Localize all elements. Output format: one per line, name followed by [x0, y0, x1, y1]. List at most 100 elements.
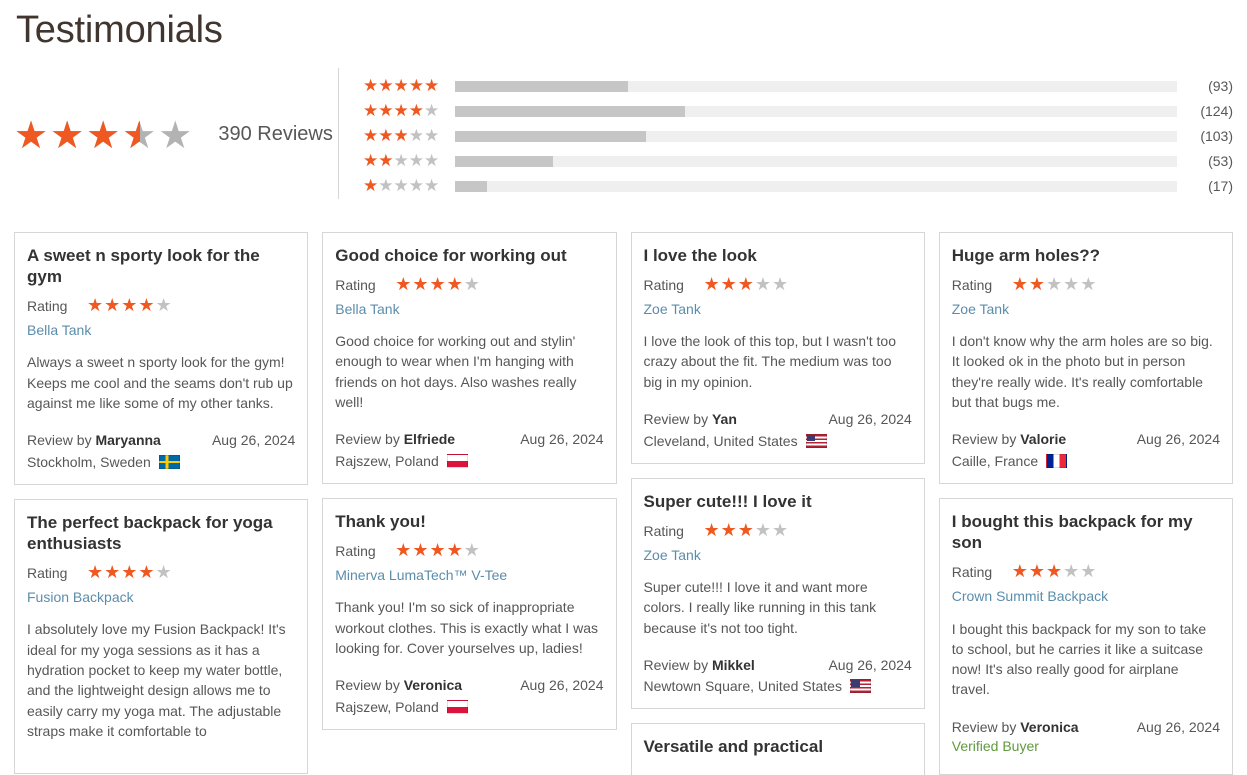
review-location-label: Stockholm, Sweden [27, 453, 151, 470]
review-body: Always a sweet n sporty look for the gym… [27, 354, 293, 411]
product-link[interactable]: Zoe Tank [644, 300, 912, 318]
review-card: I bought this backpack for my son Rating ★… [938, 497, 1233, 775]
review-date: Aug 26, 2024 [520, 431, 604, 448]
review-date: Aug 26, 2024 [1136, 718, 1220, 735]
review-rating: Rating ★★★★★ [335, 273, 603, 295]
france-flag-icon [1046, 453, 1068, 468]
histogram-row-3-star[interactable]: ★★★★★ (103) [363, 124, 1233, 149]
histogram-count-label: (53) [1208, 153, 1233, 170]
review-meta: Review by Maryanna Aug 26, 2024 [27, 431, 295, 451]
average-rating-stars: ★★★★★ ★★★★★ [14, 116, 194, 154]
product-link[interactable]: Bella Tank [27, 321, 295, 339]
review-author: Review by Maryanna [27, 432, 161, 449]
review-card: A sweet n sporty look for the gym Rating ★… [14, 231, 309, 485]
review-author: Review by Elfriede [335, 431, 456, 448]
review-title: Versatile and practical [643, 737, 824, 757]
review-location-label: Rajszew, Poland [335, 452, 439, 469]
product-link[interactable]: Crown Summit Backpack [952, 587, 1220, 605]
review-rating: Rating ★★★★★ [335, 542, 603, 560]
rating-label: Rating [27, 298, 68, 315]
review-rating: Rating ★★★★★ [27, 297, 295, 315]
review-meta: Review by Valorie Aug 26, 2024 [952, 430, 1220, 450]
review-title: Super cute!!! I love it [643, 491, 812, 511]
average-stars-filled: ★★★★★ [14, 115, 140, 154]
review-rating: Rating ★★★★★ [952, 563, 1220, 581]
united-states-flag-icon [805, 433, 827, 448]
histogram-bar-fill [455, 80, 629, 92]
review-body: Super cute!!! I love it and want more co… [643, 578, 877, 636]
review-meta: Review by Yan Aug 26, 2024 [644, 410, 912, 430]
review-body: I love the look of this top, but I wasn'… [643, 333, 897, 390]
rating-label: Rating [643, 276, 684, 293]
testimonials-page: Testimonials ★★★★★ ★★★★★ 390 Reviews ★★★… [0, 0, 1247, 775]
reviews-grid: A sweet n sporty look for the gym Rating ★… [0, 231, 1247, 775]
review-stars-icon: ★★★★★ [87, 562, 173, 584]
review-card: Thank you! Rating ★★★★★ Minerva LumaTech™ V… [322, 497, 617, 730]
histogram-row-1-star[interactable]: ★★★★★ (17) [363, 174, 1233, 199]
review-meta: Review by Veronica Verified Buyer Aug 26,… [952, 718, 1220, 757]
sweden-flag-icon [158, 454, 180, 469]
reviews-column-2: Good choice for working out Rating ★★★★★ Be… [322, 231, 617, 730]
rating-summary: ★★★★★ ★★★★★ 390 Reviews ★★★★★ (93) ★★★★★ (1… [0, 67, 1247, 226]
histogram-stars-icon: ★★★★★ [363, 175, 440, 196]
product-link[interactable]: Minerva LumaTech™ V-Tee [335, 566, 603, 584]
poland-flag-icon [446, 453, 468, 468]
histogram-bar-fill [455, 155, 554, 167]
histogram-count-label: (124) [1200, 103, 1233, 120]
review-title: I bought this backpack for my son [951, 511, 1193, 553]
review-card: Versatile and practical [630, 723, 925, 775]
review-location: Caille, France [952, 453, 1220, 469]
histogram-count-label: (17) [1208, 178, 1233, 195]
review-rating: Rating ★★★★★ [643, 273, 912, 295]
reviews-column-1: A sweet n sporty look for the gym Rating ★… [14, 231, 309, 775]
review-stars-icon: ★★★★★ [87, 295, 173, 317]
review-location-label: Newtown Square, United States [643, 678, 842, 695]
product-link[interactable]: Bella Tank [335, 300, 603, 318]
review-location-label: Rajszew, Poland [335, 698, 439, 715]
review-body: I absolutely love my Fusion Backpack! It… [27, 621, 286, 739]
reviews-count-label: 390 Reviews [218, 123, 333, 146]
review-rating: Rating ★★★★★ [951, 273, 1220, 295]
histogram-bar-track [455, 180, 1177, 192]
histogram-bar-track [455, 80, 1177, 92]
review-title: Huge arm holes?? [951, 245, 1101, 265]
histogram-row-4-star[interactable]: ★★★★★ (124) [363, 99, 1233, 124]
product-link[interactable]: Zoe Tank [952, 300, 1220, 318]
histogram-bar-fill [455, 180, 487, 192]
reviews-column-4: Huge arm holes?? Rating ★★★★★ Zoe Tank I don… [938, 231, 1233, 775]
review-author: Review by Mikkel [643, 656, 755, 673]
review-body: I bought this backpack for my son to tak… [951, 620, 1207, 698]
review-body: I don't know why the arm holes are so bi… [951, 333, 1213, 410]
review-date: Aug 26, 2024 [520, 677, 604, 694]
review-rating: Rating ★★★★★ [27, 564, 295, 582]
review-title: The perfect backpack for yoga enthusiast… [27, 512, 273, 554]
histogram-count-label: (103) [1200, 128, 1233, 145]
review-body: Good choice for working out and stylin' … [335, 333, 577, 410]
review-location-label: Cleveland, United States [643, 432, 798, 449]
review-location: Cleveland, United States [644, 433, 912, 449]
rating-label: Rating [335, 276, 376, 293]
review-rating: Rating ★★★★★ [644, 521, 912, 540]
product-link[interactable]: Fusion Backpack [27, 588, 295, 606]
review-location: Newtown Square, United States [644, 678, 912, 694]
review-stars-icon: ★★★★★ [395, 273, 481, 295]
review-stars-icon: ★★★★★ [703, 273, 790, 295]
review-stars-icon: ★★★★★ [395, 540, 481, 562]
review-meta: Review by Elfriede Aug 26, 2024 [335, 430, 603, 450]
histogram-row-5-star[interactable]: ★★★★★ (93) [363, 74, 1233, 99]
histogram-bar-track [455, 155, 1177, 167]
product-link[interactable]: Zoe Tank [644, 546, 912, 564]
histogram-bar-track [455, 130, 1177, 142]
review-title: I love the look [643, 245, 757, 265]
histogram-row-2-star[interactable]: ★★★★★ (53) [363, 149, 1233, 174]
review-location: Rajszew, Poland [335, 453, 603, 469]
review-stars-icon: ★★★★★ [1011, 273, 1098, 295]
review-author: Review by Valorie [951, 431, 1067, 448]
histogram-bar-fill [455, 130, 647, 142]
rating-label: Rating [335, 543, 376, 560]
rating-label: Rating [951, 276, 993, 293]
review-author: Review by Veronica [335, 677, 463, 694]
review-card: Huge arm holes?? Rating ★★★★★ Zoe Tank I don… [938, 231, 1233, 484]
reviews-column-3: I love the look Rating ★★★★★ Zoe Tank I love… [630, 231, 925, 775]
review-date: Aug 26, 2024 [828, 410, 912, 427]
